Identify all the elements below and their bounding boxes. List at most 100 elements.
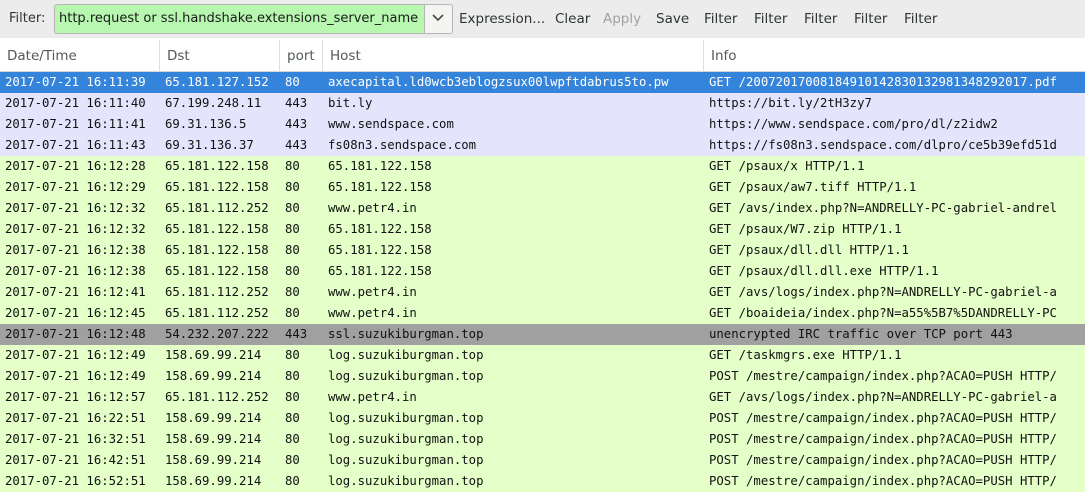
cell-dst: 158.69.99.214 — [165, 474, 262, 488]
cell-dst: 69.31.136.5 — [165, 117, 247, 131]
cell-host: 65.181.122.158 — [328, 264, 432, 278]
cell-info: https://fs08n3.sendspace.com/dlpro/ce5b3… — [709, 138, 1057, 152]
cell-info: POST /mestre/campaign/index.php?ACAO=PUS… — [709, 369, 1057, 383]
cell-dst: 65.181.122.158 — [165, 264, 269, 278]
packet-row[interactable]: 2017-07-21 16:12:57 65.181.112.252 80 www.p… — [0, 387, 1085, 408]
packet-row[interactable]: 2017-07-21 16:52:51 158.69.99.214 80 log.su… — [0, 471, 1085, 492]
packet-row[interactable]: 2017-07-21 16:11:43 69.31.136.37 443 fs08n3… — [0, 135, 1085, 156]
cell-host: www.petr4.in — [328, 390, 417, 404]
cell-port: 80 — [285, 306, 300, 320]
cell-port: 80 — [285, 369, 300, 383]
packet-row[interactable]: 2017-07-21 16:12:38 65.181.122.158 80 65.18… — [0, 261, 1085, 282]
display-filter-input[interactable]: http.request or ssl.handshake.extensions… — [54, 4, 453, 34]
filter-button-1[interactable]: Filter — [704, 11, 737, 27]
cell-dst: 65.181.127.152 — [165, 75, 269, 89]
cell-info: POST /mestre/campaign/index.php?ACAO=PUS… — [709, 432, 1057, 446]
cell-dst: 69.31.136.37 — [165, 138, 254, 152]
packet-row[interactable]: 2017-07-21 16:12:38 65.181.122.158 80 65.18… — [0, 240, 1085, 261]
cell-host: fs08n3.sendspace.com — [328, 138, 477, 152]
cell-dst: 65.181.112.252 — [165, 201, 269, 215]
cell-info: GET /psaux/dll.dll.exe HTTP/1.1 — [709, 264, 939, 278]
cell-info: GET /psaux/x HTTP/1.1 — [709, 159, 865, 173]
cell-info: POST /mestre/campaign/index.php?ACAO=PUS… — [709, 453, 1057, 467]
cell-host: 65.181.122.158 — [328, 159, 432, 173]
chevron-down-icon — [432, 14, 444, 22]
cell-port: 80 — [285, 75, 300, 89]
cell-dst: 65.181.122.158 — [165, 159, 269, 173]
packet-row[interactable]: 2017-07-21 16:11:40 67.199.248.11 443 bit.l… — [0, 93, 1085, 114]
column-header-host[interactable]: Host — [323, 40, 704, 71]
cell-dst: 54.232.207.222 — [165, 327, 269, 341]
packet-row[interactable]: 2017-07-21 16:12:32 65.181.112.252 80 www.p… — [0, 198, 1085, 219]
cell-host: 65.181.122.158 — [328, 180, 432, 194]
cell-info: GET /avs/index.php?N=ANDRELLY-PC-gabriel… — [709, 201, 1057, 215]
cell-port: 80 — [285, 474, 300, 488]
cell-host: www.sendspace.com — [328, 117, 454, 131]
cell-datetime: 2017-07-21 16:32:51 — [5, 432, 146, 446]
cell-host: log.suzukiburgman.top — [328, 453, 484, 467]
cell-host: 65.181.122.158 — [328, 243, 432, 257]
cell-port: 80 — [285, 285, 300, 299]
cell-port: 80 — [285, 180, 300, 194]
cell-datetime: 2017-07-21 16:52:51 — [5, 474, 146, 488]
cell-host: www.petr4.in — [328, 306, 417, 320]
packet-row[interactable]: 2017-07-21 16:12:45 65.181.112.252 80 www.p… — [0, 303, 1085, 324]
packet-list-header: Date/Time Dst port Host Info — [0, 40, 1085, 72]
cell-host: log.suzukiburgman.top — [328, 369, 484, 383]
cell-dst: 65.181.112.252 — [165, 306, 269, 320]
cell-info: https://www.sendspace.com/pro/dl/z2idw2 — [709, 117, 998, 131]
filter-button-5[interactable]: Filter — [904, 11, 937, 27]
packet-row[interactable]: 2017-07-21 16:12:48 54.232.207.222 443 ssl.… — [0, 324, 1085, 345]
cell-datetime: 2017-07-21 16:12:49 — [5, 369, 146, 383]
filter-button-3[interactable]: Filter — [804, 11, 837, 27]
filter-history-dropdown[interactable] — [424, 5, 452, 33]
cell-info: POST /mestre/campaign/index.php?ACAO=PUS… — [709, 474, 1057, 488]
cell-datetime: 2017-07-21 16:42:51 — [5, 453, 146, 467]
cell-host: www.petr4.in — [328, 201, 417, 215]
column-header-dst[interactable]: Dst — [160, 40, 280, 71]
packet-row[interactable]: 2017-07-21 16:32:51 158.69.99.214 80 log.su… — [0, 429, 1085, 450]
cell-datetime: 2017-07-21 16:12:48 — [5, 327, 146, 341]
cell-info: POST /mestre/campaign/index.php?ACAO=PUS… — [709, 411, 1057, 425]
cell-datetime: 2017-07-21 16:12:32 — [5, 201, 146, 215]
column-header-datetime[interactable]: Date/Time — [0, 40, 160, 71]
cell-datetime: 2017-07-21 16:11:39 — [5, 75, 146, 89]
cell-info: GET /psaux/W7.zip HTTP/1.1 — [709, 222, 902, 236]
cell-dst: 65.181.122.158 — [165, 243, 269, 257]
packet-row[interactable]: 2017-07-21 16:11:41 69.31.136.5 443 www.sen… — [0, 114, 1085, 135]
apply-button[interactable]: Apply — [603, 11, 641, 27]
cell-info: GET /psaux/aw7.tiff HTTP/1.1 — [709, 180, 917, 194]
cell-port: 80 — [285, 411, 300, 425]
packet-row[interactable]: 2017-07-21 16:12:41 65.181.112.252 80 www.p… — [0, 282, 1085, 303]
column-header-port[interactable]: port — [280, 40, 323, 71]
cell-info: GET /taskmgrs.exe HTTP/1.1 — [709, 348, 902, 362]
packet-row[interactable]: 2017-07-21 16:12:49 158.69.99.214 80 log.su… — [0, 366, 1085, 387]
cell-datetime: 2017-07-21 16:11:43 — [5, 138, 146, 152]
packet-row[interactable]: 2017-07-21 16:12:32 65.181.122.158 80 65.18… — [0, 219, 1085, 240]
packet-row[interactable]: 2017-07-21 16:42:51 158.69.99.214 80 log.su… — [0, 450, 1085, 471]
cell-datetime: 2017-07-21 16:12:32 — [5, 222, 146, 236]
packet-row[interactable]: 2017-07-21 16:12:49 158.69.99.214 80 log.su… — [0, 345, 1085, 366]
cell-datetime: 2017-07-21 16:12:38 — [5, 243, 146, 257]
packet-row[interactable]: 2017-07-21 16:11:39 65.181.127.152 80 axeca… — [0, 72, 1085, 93]
clear-button[interactable]: Clear — [555, 11, 590, 27]
cell-port: 80 — [285, 348, 300, 362]
column-header-info[interactable]: Info — [704, 40, 1085, 71]
packet-row[interactable]: 2017-07-21 16:12:29 65.181.122.158 80 65.18… — [0, 177, 1085, 198]
cell-host: www.petr4.in — [328, 285, 417, 299]
packet-row[interactable]: 2017-07-21 16:12:28 65.181.122.158 80 65.18… — [0, 156, 1085, 177]
cell-port: 80 — [285, 453, 300, 467]
filter-button-4[interactable]: Filter — [854, 11, 887, 27]
filter-button-2[interactable]: Filter — [754, 11, 787, 27]
filter-label: Filter: — [9, 11, 46, 26]
cell-dst: 67.199.248.11 — [165, 96, 262, 110]
cell-host: log.suzukiburgman.top — [328, 432, 484, 446]
cell-datetime: 2017-07-21 16:12:49 — [5, 348, 146, 362]
cell-dst: 65.181.112.252 — [165, 390, 269, 404]
cell-datetime: 2017-07-21 16:12:28 — [5, 159, 146, 173]
expression-button[interactable]: Expression... — [459, 11, 545, 27]
save-filter-button[interactable]: Save — [656, 11, 689, 27]
cell-port: 80 — [285, 264, 300, 278]
display-filter-text[interactable]: http.request or ssl.handshake.extensions… — [59, 11, 421, 26]
packet-row[interactable]: 2017-07-21 16:22:51 158.69.99.214 80 log.su… — [0, 408, 1085, 429]
